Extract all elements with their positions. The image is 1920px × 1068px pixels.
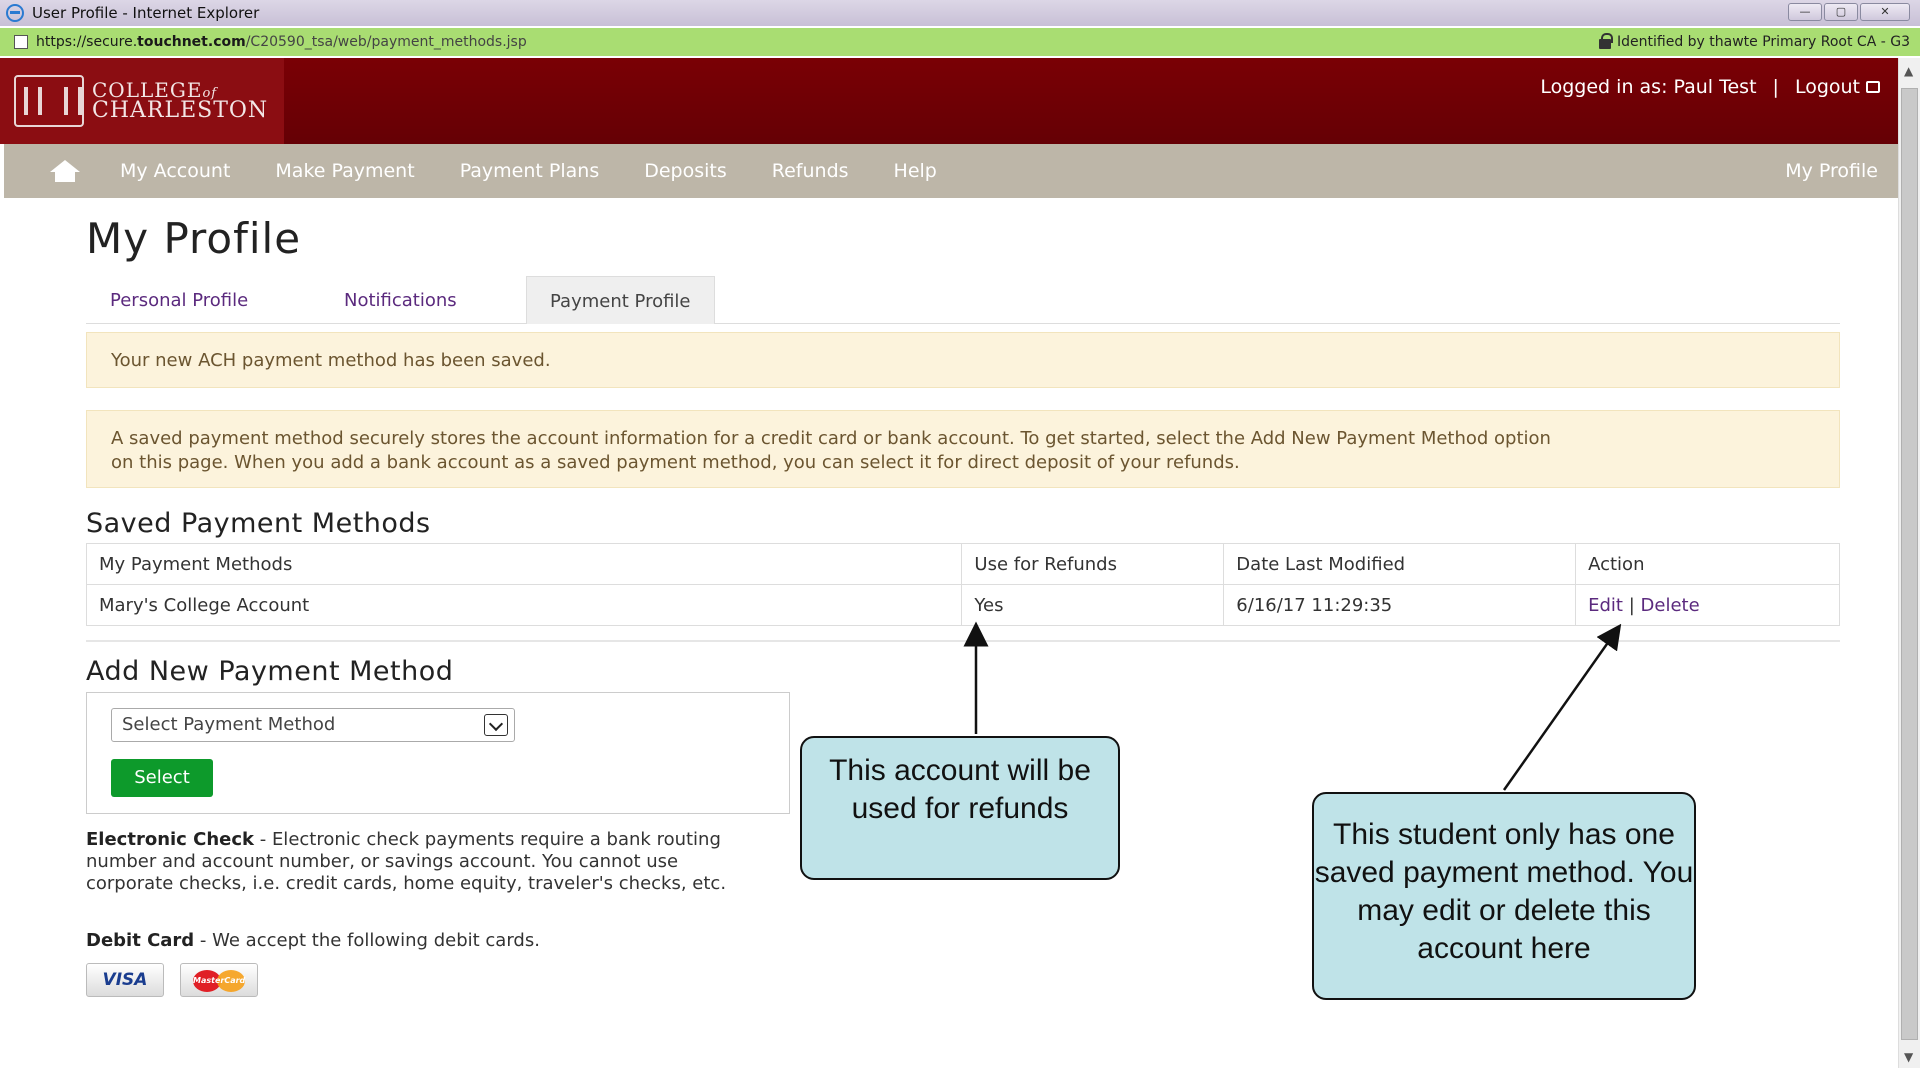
column-header: Action (1575, 543, 1840, 585)
security-text: Identified by thawte Primary Root CA - G… (1617, 34, 1910, 50)
window-controls: — ▢ ✕ (1788, 3, 1910, 21)
info-alert: A saved payment method securely stores t… (86, 410, 1840, 488)
action-cell: Edit | Delete (1575, 584, 1840, 626)
minimize-button[interactable]: — (1788, 3, 1822, 21)
column-header: Use for Refunds (961, 543, 1225, 585)
success-alert: Your new ACH payment method has been sav… (86, 332, 1840, 388)
site-header: COLLEGEof CHARLESTON Logged in as: Paul … (0, 58, 1898, 144)
action-separator: | (1628, 594, 1635, 616)
logout-icon (1866, 81, 1880, 93)
saved-methods-title: Saved Payment Methods (86, 508, 431, 539)
logged-in-text: Logged in as: Paul Test (1540, 76, 1757, 98)
echeck-title: Electronic Check (86, 829, 254, 850)
section-divider (86, 640, 1840, 642)
lock-icon (1599, 33, 1613, 49)
window-title: User Profile - Internet Explorer (32, 4, 260, 22)
logout-link[interactable]: Logout (1795, 76, 1880, 98)
college-logo[interactable]: COLLEGEof CHARLESTON (0, 58, 284, 144)
header-separator: | (1772, 76, 1779, 98)
profile-tabs: Personal Profile Notifications Payment P… (86, 276, 1840, 324)
nav-my-profile[interactable]: My Profile (1785, 160, 1878, 182)
url-text[interactable]: https://secure.touchnet.com/C20590_tsa/w… (36, 34, 527, 50)
debit-text: - We accept the following debit cards. (194, 930, 540, 951)
edit-link[interactable]: Edit (1588, 595, 1623, 616)
use-for-refunds-value: Yes (961, 584, 1225, 626)
tab-payment-profile[interactable]: Payment Profile (526, 276, 715, 324)
logo-text: COLLEGEof CHARLESTON (92, 78, 269, 123)
nav-refunds[interactable]: Refunds (772, 160, 849, 182)
refunds-callout: This account will be used for refunds (800, 736, 1120, 880)
login-info: Logged in as: Paul Test | Logout (1540, 76, 1880, 98)
address-bar[interactable]: https://secure.touchnet.com/C20590_tsa/w… (0, 28, 1920, 56)
info-alert-line1: A saved payment method securely stores t… (111, 428, 1551, 449)
payment-method-select[interactable]: Select Payment Method (111, 708, 515, 742)
visa-card-icon: VISA (86, 963, 164, 997)
window-titlebar: User Profile - Internet Explorer — ▢ ✕ (0, 0, 1920, 26)
date-modified-value: 6/16/17 11:29:35 (1223, 584, 1577, 626)
delete-link[interactable]: Delete (1641, 595, 1700, 616)
chevron-down-icon[interactable] (484, 714, 508, 736)
saved-methods-table: My Payment Methods Use for Refunds Date … (85, 543, 1840, 626)
page-icon (14, 35, 28, 49)
tab-notifications[interactable]: Notifications (344, 276, 457, 324)
vertical-scrollbar[interactable]: ▲ ▼ (1898, 58, 1920, 1068)
table-row: Mary's College Account Yes 6/16/17 11:29… (85, 584, 1840, 626)
column-header: Date Last Modified (1223, 543, 1577, 585)
scroll-up-icon[interactable]: ▲ (1904, 64, 1913, 78)
close-button[interactable]: ✕ (1860, 3, 1910, 21)
nav-help[interactable]: Help (894, 160, 937, 182)
main-nav: My Account Make Payment Payment Plans De… (4, 144, 1898, 198)
echeck-info: Electronic Check - Electronic check paym… (86, 829, 766, 895)
debit-info: Debit Card - We accept the following deb… (86, 930, 766, 952)
select-button[interactable]: Select (111, 759, 213, 797)
tab-personal-profile[interactable]: Personal Profile (110, 276, 248, 324)
scroll-down-icon[interactable]: ▼ (1904, 1050, 1913, 1064)
mastercard-icon: MasterCard (180, 963, 258, 997)
column-header: My Payment Methods (85, 543, 963, 585)
security-identity[interactable]: Identified by thawte Primary Root CA - G… (1599, 33, 1910, 50)
table-header-row: My Payment Methods Use for Refunds Date … (85, 543, 1840, 585)
maximize-button[interactable]: ▢ (1824, 3, 1858, 21)
scrollbar-thumb[interactable] (1901, 88, 1918, 1040)
page-title: My Profile (86, 214, 302, 263)
add-method-panel: Select Payment Method Select (86, 692, 790, 814)
nav-my-account[interactable]: My Account (120, 160, 230, 182)
nav-payment-plans[interactable]: Payment Plans (460, 160, 600, 182)
nav-deposits[interactable]: Deposits (644, 160, 727, 182)
info-alert-line2: on this page. When you add a bank accoun… (111, 452, 1240, 473)
action-arrow (1502, 623, 1622, 791)
mastercard-label: MasterCard (193, 976, 246, 985)
payment-method-name: Mary's College Account (85, 584, 963, 626)
internet-explorer-icon (6, 4, 24, 22)
nav-make-payment[interactable]: Make Payment (275, 160, 414, 182)
edit-delete-callout: This student only has one saved payment … (1312, 792, 1696, 1000)
debit-title: Debit Card (86, 930, 195, 951)
college-seal-icon (14, 75, 84, 127)
add-method-title: Add New Payment Method (86, 656, 454, 687)
home-icon[interactable] (50, 160, 80, 182)
